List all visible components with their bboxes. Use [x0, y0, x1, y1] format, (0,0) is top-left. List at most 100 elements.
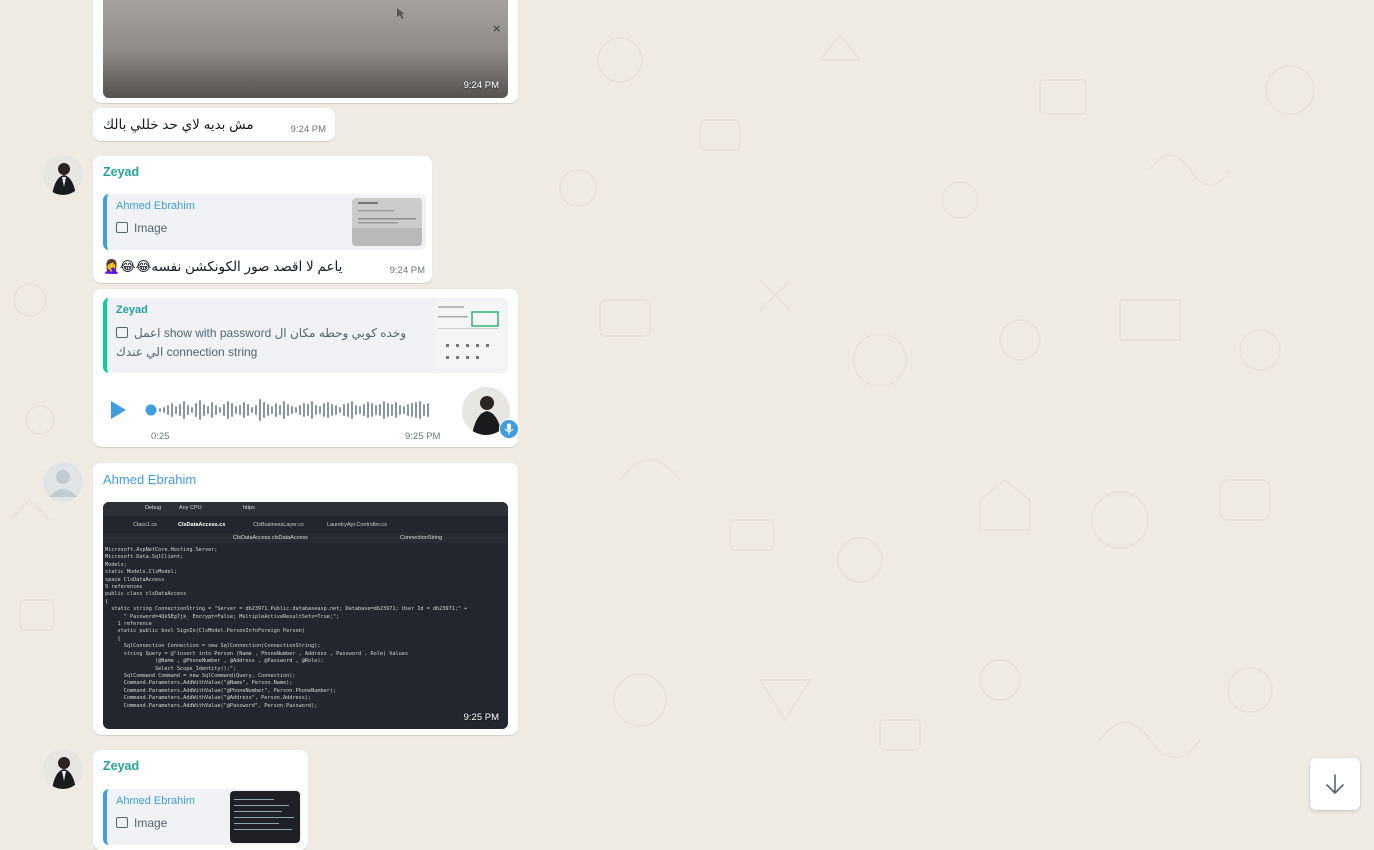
- code-line: public class clsDataAccess: [105, 591, 187, 598]
- waveform-bar: [207, 406, 209, 414]
- waveform-bar: [303, 403, 305, 417]
- waveform-bar: [215, 405, 217, 415]
- avatar-zeyad[interactable]: [43, 155, 83, 195]
- thumbnail-content: [234, 799, 294, 830]
- waveform-bar: [415, 402, 417, 418]
- waveform-bar: [223, 404, 225, 416]
- thumbnail-content: [438, 306, 499, 359]
- voice-message-bubble: Zeyad وخده كوبي وحطه مكان ال show with p…: [93, 289, 519, 447]
- quoted-text-line-2: الي عندك connection string: [116, 345, 258, 359]
- avatar-photo: [43, 155, 83, 195]
- quoted-sender: Zeyad: [116, 304, 148, 316]
- waveform-bar: [423, 404, 425, 416]
- waveform-bar: [307, 404, 309, 416]
- code-line: SqlConnection Connection = new SqlConnec…: [105, 643, 321, 650]
- code-line: 9 references: [105, 584, 143, 591]
- waveform-scrubber[interactable]: [145, 404, 157, 416]
- code-line: Microsoft.AspNetCore.Hosting.Server;: [105, 547, 218, 553]
- mic-icon: [499, 419, 519, 439]
- message-text: ياعم لا اقصد صور الكونكشن نفسه😂😂🤦‍♀️: [103, 259, 343, 274]
- waveform-bar: [299, 405, 301, 415]
- waveform-bar: [239, 405, 241, 415]
- waveform-bar: [311, 401, 313, 419]
- message-time: 9:24 PM: [389, 265, 425, 276]
- waveform-bar: [267, 404, 269, 416]
- message-time: 9:24 PM: [290, 124, 326, 135]
- sender-name: Zeyad: [103, 759, 140, 773]
- voice-waveform[interactable]: [145, 396, 441, 424]
- waveform-bar: [219, 407, 221, 413]
- avatar-photo: [43, 749, 83, 789]
- waveform-bar: [395, 402, 397, 418]
- waveform-bar: [319, 406, 321, 414]
- waveform-bar: [183, 401, 185, 419]
- waveform-bar: [383, 401, 385, 419]
- waveform-bar: [167, 405, 169, 415]
- quoted-thumbnail: [352, 198, 422, 246]
- waveform-bar: [175, 406, 177, 414]
- waveform-bar: [387, 403, 389, 417]
- waveform-bar: [375, 405, 377, 415]
- code-line: Command.Parameters.AddWithValue("@Passwo…: [105, 702, 318, 709]
- avatar-zeyad[interactable]: [43, 749, 83, 789]
- quoted-thumbnail: [434, 302, 504, 369]
- code-line: static string ConnectionString = "Server…: [105, 606, 468, 613]
- quoted-message[interactable]: Zeyad وخده كوبي وحطه مكان ال show with p…: [103, 298, 508, 373]
- waveform-bar: [199, 400, 201, 420]
- waveform-bar: [367, 402, 369, 418]
- text-message-bubble: مش بديه لاي حد خللي بالك 9:24 PM: [93, 108, 335, 141]
- code-line: " Password=4QkSEg7jk_ Encrypt=False; Mul…: [105, 613, 340, 620]
- shared-image-code-screenshot[interactable]: Debug Any CPU https Class1.cs ClsDataAcc…: [103, 502, 508, 729]
- waveform-bar: [391, 404, 393, 416]
- waveform-bar: [407, 404, 409, 416]
- sender-name: Zeyad: [103, 165, 140, 179]
- image-icon: [116, 222, 128, 233]
- waveform-bars: [159, 399, 429, 421]
- waveform-bar: [323, 403, 325, 417]
- image-message-bubble: × 9:24 PM: [93, 0, 518, 103]
- ide-toolbar: Debug Any CPU https: [103, 502, 508, 516]
- code-line: SqlCommand Command = new SqlCommand(Quer…: [105, 672, 296, 679]
- code-line: Select Scope_Identity();";: [105, 665, 237, 672]
- waveform-bar: [363, 404, 365, 416]
- avatar-ahmed-ebrahim[interactable]: [43, 462, 83, 502]
- waveform-bar: [243, 402, 245, 418]
- arrow-down-icon: [1326, 774, 1344, 794]
- waveform-bar: [159, 408, 161, 412]
- ide-tabs: Class1.cs ClsDataAccess.cs ClsBusinessLa…: [133, 522, 387, 528]
- quoted-label: Image: [134, 221, 168, 235]
- code-line: Command.Parameters.AddWithValue("@PhoneN…: [105, 687, 337, 694]
- image-message-bubble: Ahmed Ebrahim Debug Any CPU https Class1…: [93, 463, 518, 735]
- waveform-bar: [355, 405, 357, 415]
- waveform-bar: [191, 407, 193, 413]
- code-line: Models;: [105, 561, 127, 568]
- mic-glyph: [504, 423, 514, 435]
- waveform-bar: [359, 406, 361, 414]
- waveform-bar: [343, 404, 345, 416]
- waveform-bar: [411, 403, 413, 417]
- ide-breadcrumb: ClsDataAccess.clsDataAccess ConnectionSt…: [103, 533, 508, 543]
- waveform-bar: [327, 402, 329, 418]
- quoted-message[interactable]: Ahmed Ebrahim Image: [103, 194, 426, 250]
- waveform-bar: [283, 401, 285, 419]
- play-icon[interactable]: [111, 401, 126, 419]
- waveform-bar: [263, 402, 265, 418]
- scroll-to-bottom-button[interactable]: [1310, 758, 1360, 810]
- code-line: 1 reference: [105, 621, 152, 628]
- default-avatar-icon: [49, 470, 77, 497]
- message-time: 9:24 PM: [463, 80, 499, 91]
- code-line: string Query = @"insert into Person (Nam…: [105, 650, 408, 657]
- code-line: Microsoft.Data.SqlClient;: [105, 554, 184, 561]
- waveform-bar: [331, 404, 333, 416]
- image-icon: [116, 327, 128, 338]
- waveform-bar: [211, 402, 213, 418]
- quoted-thumbnail: [230, 791, 300, 843]
- waveform-bar: [179, 404, 181, 416]
- waveform-bar: [227, 401, 229, 419]
- thumbnail-content: [352, 202, 422, 246]
- waveform-bar: [255, 405, 257, 415]
- shared-image[interactable]: × 9:24 PM: [103, 0, 508, 98]
- message-text: مش بديه لاي حد خللي بالك: [103, 117, 254, 132]
- voice-duration: 0:25: [151, 431, 170, 442]
- waveform-bar: [403, 406, 405, 414]
